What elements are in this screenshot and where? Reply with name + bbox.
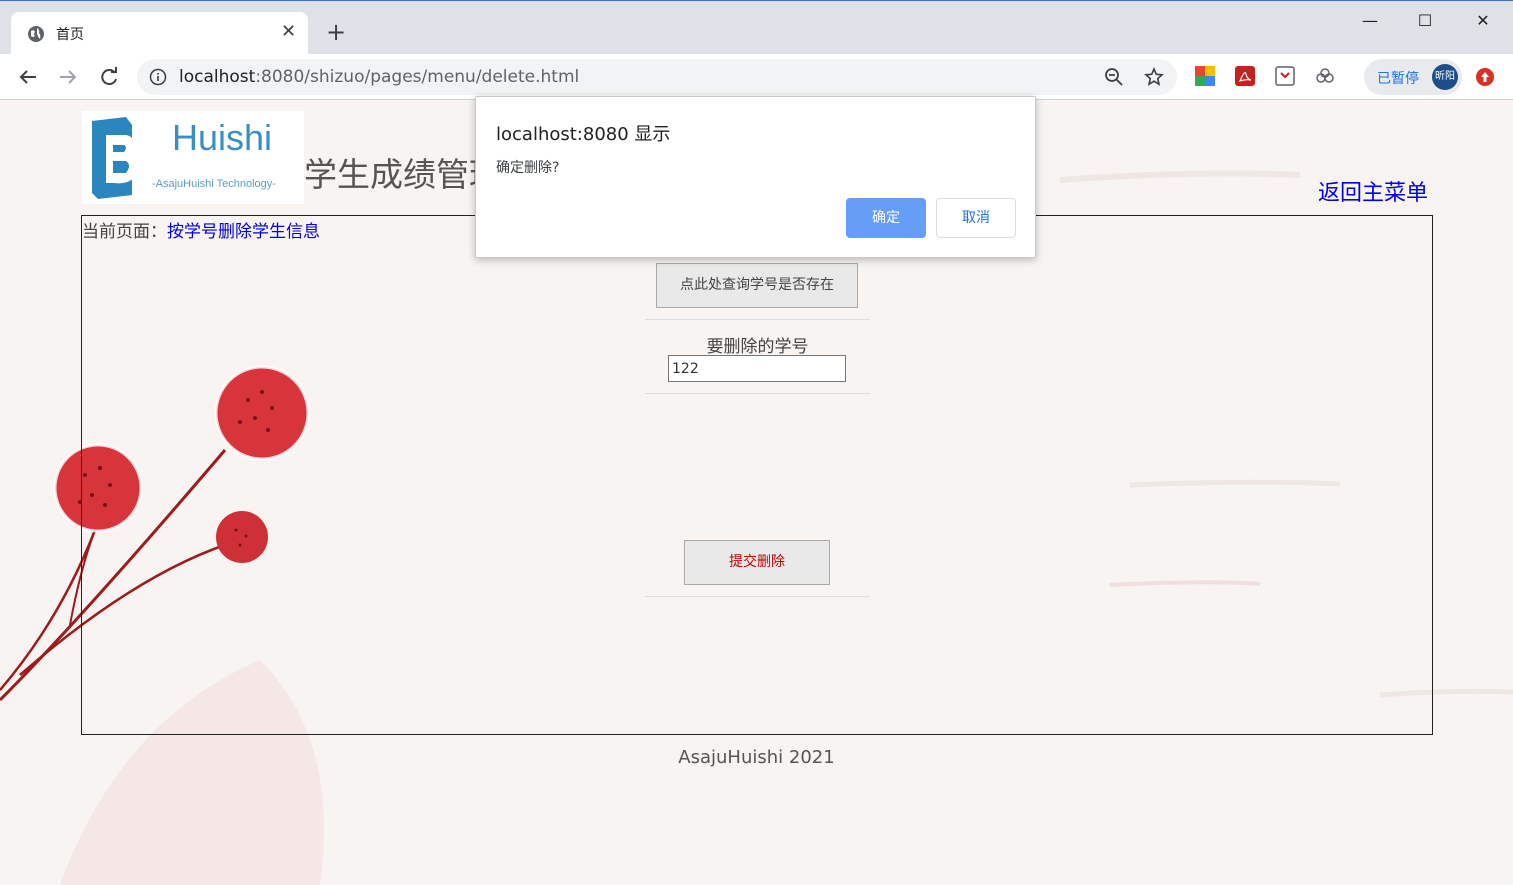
- url-host: localhost: [179, 67, 256, 87]
- back-to-menu-link[interactable]: 返回主菜单: [1318, 175, 1428, 207]
- url-text: localhost:8080/shizuo/pages/menu/delete.…: [179, 67, 579, 87]
- extension-colorful-icon[interactable]: [1195, 66, 1215, 86]
- globe-icon: [28, 26, 44, 42]
- breadcrumb-prefix: 当前页面：: [82, 222, 167, 242]
- footer-text: AsajuHuishi 2021: [678, 747, 835, 768]
- dialog-ok-button[interactable]: 确定: [846, 198, 926, 238]
- pdf-extension-icon[interactable]: [1235, 66, 1255, 86]
- student-id-input[interactable]: [668, 355, 846, 382]
- breadcrumb: 当前页面：按学号删除学生信息: [82, 217, 320, 242]
- browser-toolbar: localhost:8080/shizuo/pages/menu/delete.…: [0, 54, 1513, 100]
- huishi-logo: Huishi -AsajuHuishi Technology-: [82, 111, 304, 204]
- breadcrumb-current: 按学号删除学生信息: [167, 222, 320, 242]
- reload-icon[interactable]: [95, 63, 123, 91]
- tab-close-icon[interactable]: ✕: [281, 22, 296, 42]
- divider: [645, 319, 870, 320]
- star-icon[interactable]: [1144, 67, 1164, 87]
- browser-tab[interactable]: 首页 ✕: [11, 12, 308, 55]
- divider: [645, 596, 870, 597]
- cloud-extension-icon[interactable]: [1315, 66, 1335, 86]
- new-tab-icon[interactable]: +: [326, 19, 346, 45]
- divider: [645, 393, 870, 394]
- check-student-id-button[interactable]: 点此处查询学号是否存在: [656, 263, 858, 308]
- system-title: 学生成绩管理: [304, 155, 502, 194]
- address-bar[interactable]: localhost:8080/shizuo/pages/menu/delete.…: [137, 59, 1177, 95]
- profile-button[interactable]: 已暂停 昕阳: [1364, 59, 1462, 95]
- close-window-icon[interactable]: ✕: [1463, 9, 1503, 33]
- book-logo-icon: [92, 117, 139, 199]
- update-icon[interactable]: [1475, 67, 1495, 87]
- maximize-icon[interactable]: ☐: [1405, 9, 1445, 33]
- avatar: 昕阳: [1432, 64, 1458, 90]
- dialog-message: 确定删除?: [496, 160, 560, 176]
- content-frame: 当前页面：按学号删除学生信息 点此处查询学号是否存在 要删除的学号 提交删除: [81, 215, 1433, 735]
- dialog-cancel-button[interactable]: 取消: [936, 198, 1016, 238]
- browser-titlebar: 首页 ✕ + — ☐ ✕: [0, 0, 1513, 55]
- back-arrow-icon[interactable]: [14, 63, 42, 91]
- forward-arrow-icon[interactable]: [54, 63, 82, 91]
- dialog-title: localhost:8080 显示: [496, 124, 671, 145]
- minimize-icon[interactable]: —: [1350, 9, 1390, 33]
- profile-status: 已暂停: [1377, 71, 1419, 87]
- logo-brand-text: Huishi: [172, 117, 273, 158]
- logo-subtitle: -AsajuHuishi Technology-: [152, 178, 276, 190]
- zoom-icon[interactable]: [1104, 67, 1124, 87]
- pocket-extension-icon[interactable]: [1275, 66, 1295, 86]
- confirm-dialog: localhost:8080 显示 确定删除? 确定 取消: [475, 96, 1036, 258]
- student-id-label: 要删除的学号: [706, 337, 809, 357]
- site-info-icon[interactable]: [149, 68, 167, 86]
- tab-title: 首页: [56, 27, 84, 43]
- url-path: :8080/shizuo/pages/menu/delete.html: [255, 67, 580, 87]
- submit-delete-button[interactable]: 提交删除: [684, 540, 830, 585]
